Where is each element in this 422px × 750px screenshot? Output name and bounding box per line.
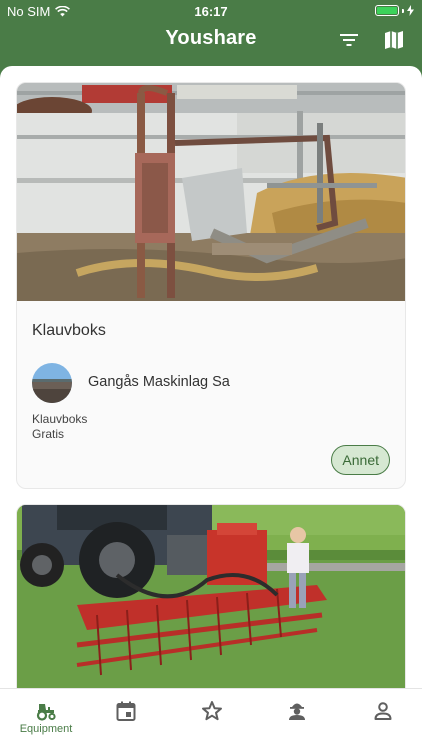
owner-avatar[interactable] bbox=[32, 363, 72, 403]
owner-name[interactable]: Gangås Maskinlag Sa bbox=[88, 374, 230, 390]
battery-icon bbox=[375, 5, 399, 16]
listing-price: Gratis bbox=[32, 427, 65, 441]
tab-equipment-label: Equipment bbox=[19, 723, 73, 735]
status-time: 16:17 bbox=[194, 4, 228, 19]
listing-title: Klauvboks bbox=[32, 322, 106, 339]
tractor-icon bbox=[36, 704, 56, 721]
map-button[interactable] bbox=[380, 26, 408, 54]
charging-icon bbox=[407, 5, 414, 16]
equipment-list[interactable]: Klauvboks Gangås Maskinlag Sa Klauvboks … bbox=[0, 66, 422, 688]
listing-meta: Klauvboks Gratis bbox=[32, 412, 87, 442]
map-icon bbox=[385, 31, 403, 49]
listing-photo bbox=[17, 505, 405, 688]
listing-photo bbox=[17, 83, 405, 301]
tab-favorites[interactable] bbox=[170, 689, 254, 750]
tab-calendar[interactable] bbox=[84, 689, 168, 750]
tab-equipment[interactable]: Equipment bbox=[4, 689, 88, 750]
status-bar: No SIM 16:17 bbox=[0, 0, 422, 22]
filter-button[interactable] bbox=[335, 26, 363, 54]
listing-card[interactable]: Klauvboks Gangås Maskinlag Sa Klauvboks … bbox=[16, 82, 406, 489]
star-icon bbox=[202, 701, 222, 721]
farmer-icon bbox=[289, 703, 305, 720]
app-bar: Youshare bbox=[0, 22, 422, 66]
profile-icon bbox=[374, 702, 392, 720]
listing-card[interactable] bbox=[16, 504, 406, 688]
calendar-icon bbox=[116, 701, 136, 721]
tab-farmer[interactable] bbox=[255, 689, 339, 750]
status-right bbox=[375, 5, 414, 16]
filter-icon bbox=[340, 34, 358, 46]
listing-description: Klauvboks bbox=[32, 412, 88, 426]
battery-tip bbox=[402, 8, 404, 13]
tab-profile[interactable] bbox=[341, 689, 422, 750]
tab-bar: Equipment bbox=[0, 688, 422, 750]
category-chip[interactable]: Annet bbox=[331, 445, 390, 475]
